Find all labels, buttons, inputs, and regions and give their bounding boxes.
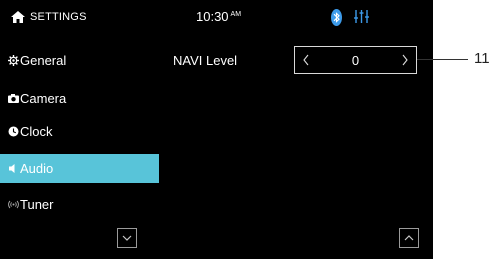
home-icon[interactable] [11, 11, 25, 23]
navi-level-increase-button[interactable] [394, 47, 416, 73]
gear-icon [8, 55, 19, 66]
sidebar-item-general[interactable]: General [0, 46, 159, 75]
callout-number: 11 [474, 50, 490, 67]
sidebar-item-clock[interactable]: Clock [0, 117, 159, 146]
sidebar-item-label: Clock [20, 124, 53, 139]
clock-hours-minutes: 10:30 [196, 9, 229, 24]
chevron-left-icon [303, 54, 309, 66]
navi-level-selector: 0 [294, 46, 417, 74]
sidebar-item-audio[interactable]: Audio [0, 154, 159, 183]
equalizer-icon[interactable] [353, 8, 370, 25]
chevron-right-icon [402, 54, 408, 66]
radio-wave-icon [8, 200, 19, 209]
header-title: SETTINGS [30, 11, 87, 23]
scroll-up-button[interactable] [399, 228, 419, 248]
chevron-up-icon [404, 235, 414, 241]
navi-level-decrease-button[interactable] [295, 47, 317, 73]
navi-level-value: 0 [351, 53, 360, 68]
camera-icon [8, 94, 19, 103]
callout-line [417, 59, 468, 60]
header-bar: SETTINGS 10:30 AM [0, 0, 433, 36]
clock-icon [8, 126, 19, 137]
sidebar-item-tuner[interactable]: Tuner [0, 190, 159, 219]
sidebar-item-label: General [20, 53, 67, 68]
speaker-icon [9, 164, 15, 173]
clock-ampm: AM [230, 11, 242, 18]
settings-screen: SETTINGS 10:30 AM General Camera Clock A… [0, 0, 433, 259]
navi-level-label: NAVI Level [173, 53, 238, 68]
sidebar-item-label: Camera [20, 91, 67, 106]
chevron-down-icon [122, 235, 132, 241]
sidebar-item-label: Audio [20, 161, 54, 176]
bluetooth-icon [331, 9, 342, 26]
sidebar-item-camera[interactable]: Camera [0, 84, 159, 113]
scroll-down-button[interactable] [117, 228, 137, 248]
sidebar-item-label: Tuner [20, 197, 54, 212]
clock-time: 10:30 AM [196, 9, 241, 24]
